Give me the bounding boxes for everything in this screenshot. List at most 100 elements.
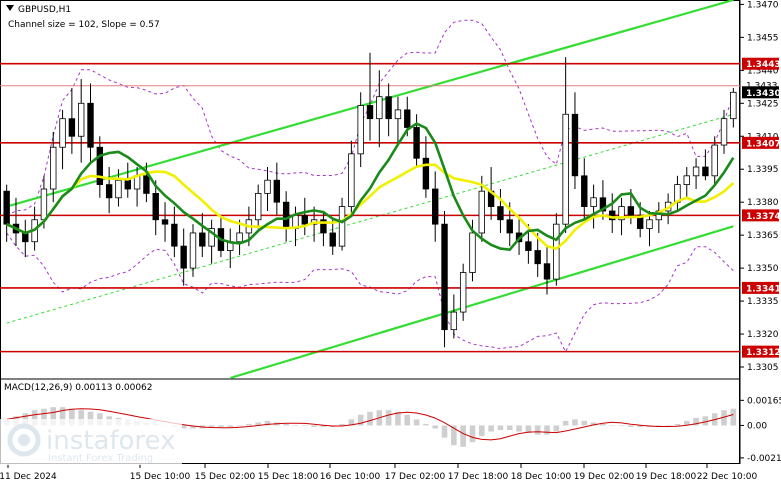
candle-body <box>96 146 104 186</box>
candle-body <box>413 127 420 159</box>
candle-body <box>404 109 411 128</box>
time-tick-label: 11 Dec 2024 <box>0 472 57 482</box>
candle-body <box>534 250 541 265</box>
macd-hist-bar <box>665 425 671 426</box>
macd-hist-bar <box>618 425 625 426</box>
candle-body <box>469 232 476 273</box>
macd-hist-bar <box>600 423 606 426</box>
logo-tagline: Instant Forex Trading <box>48 453 153 464</box>
candle-body <box>646 219 653 229</box>
candle-body <box>171 223 178 247</box>
macd-hist-bar <box>581 420 588 426</box>
candle-body <box>87 102 94 148</box>
candle-body <box>255 192 262 221</box>
candle-body <box>720 118 728 146</box>
candle-body <box>143 175 150 194</box>
candle-body <box>366 105 374 120</box>
candle-body <box>581 175 588 207</box>
macd-hist-bar <box>730 408 737 426</box>
instaforex-logo: instaforex Instant Forex Trading <box>0 419 182 465</box>
candle-body <box>301 214 308 225</box>
price-tick-label: 1.3395 <box>747 165 779 175</box>
candle-body <box>692 166 700 177</box>
macd-label: MACD(12,26,9) 0.00113 0.00062 <box>4 383 153 393</box>
level-label: 1.3407 <box>746 139 781 149</box>
candle-body <box>161 219 169 225</box>
level-label: 1.3443 <box>746 60 781 70</box>
current-price-label: 1.3430 <box>746 89 781 99</box>
macd-hist-bar <box>516 425 522 432</box>
candle-body <box>459 272 467 313</box>
gbpusd-h1-chart[interactable]: 1.34701.34551.34401.34251.34101.33951.33… <box>0 0 781 489</box>
macd-tick-label: 0.00 <box>747 421 767 431</box>
macd-hist-bar <box>553 425 560 432</box>
macd-hist-bar <box>404 414 411 426</box>
macd-hist-bar <box>236 425 243 426</box>
channel-info-label: Channel size = 102, Slope = 0.57 <box>8 20 160 30</box>
candle-body <box>264 179 271 194</box>
macd-hist-bar <box>572 419 578 426</box>
price-tick-label: 1.3305 <box>747 363 779 373</box>
price-tick-label: 1.3320 <box>747 330 779 340</box>
candle-body <box>553 223 560 280</box>
candle-body <box>329 232 336 247</box>
price-tick-label: 1.3455 <box>747 33 779 43</box>
candle-body <box>525 241 532 251</box>
level-label: 1.3341 <box>746 284 781 294</box>
candle-body <box>3 190 10 225</box>
candle-body <box>50 146 57 190</box>
time-tick-label: 15 Dec 18:00 <box>258 472 319 482</box>
candle-body <box>506 219 513 234</box>
candle-body <box>683 175 690 186</box>
candle-body <box>124 179 131 190</box>
candle-body <box>236 232 243 243</box>
macd-hist-bar <box>292 425 299 426</box>
logo-brand: instaforex <box>46 426 175 456</box>
macd-hist-bar <box>628 425 634 427</box>
macd-hist-bar <box>246 423 252 426</box>
candle-body <box>77 102 85 137</box>
macd-hist-bar <box>385 410 392 426</box>
candle-body <box>376 96 383 120</box>
time-tick-label: 17 Dec 02:00 <box>385 472 446 482</box>
time-tick-label: 19 Dec 02:00 <box>574 472 635 482</box>
candle-body <box>152 192 159 221</box>
candle-body <box>497 206 504 221</box>
price-tick-label: 1.3470 <box>747 0 779 10</box>
macd-tick-label: -0.00213 <box>747 454 781 464</box>
candle-body <box>627 206 635 216</box>
candle-body <box>562 113 569 225</box>
candle-body <box>115 179 122 199</box>
candle-body <box>338 206 346 247</box>
candle-body <box>273 179 281 203</box>
time-tick-label: 16 Dec 10:00 <box>320 472 381 482</box>
macd-hist-bar <box>460 425 466 447</box>
time-tick-label: 17 Dec 18:00 <box>448 472 509 482</box>
macd-hist-bar <box>432 425 439 429</box>
time-tick-label: 22 Dec 10:00 <box>697 472 758 482</box>
time-tick-label: 15 Dec 10:00 <box>130 472 191 482</box>
macd-hist-bar <box>208 425 215 427</box>
symbol-label: GBPUSD,H1 <box>18 5 71 15</box>
macd-hist-bar <box>311 425 317 427</box>
candle-body <box>450 311 458 331</box>
candle-body <box>441 223 448 331</box>
candle-body <box>59 118 66 148</box>
macd-hist-bar <box>562 420 569 426</box>
price-tick-label: 1.3335 <box>747 297 779 307</box>
candle-body <box>180 245 187 269</box>
macd-hist-bar <box>506 425 513 431</box>
logo-core-icon <box>18 434 30 446</box>
candle-body <box>357 105 364 155</box>
macd-hist-bar <box>479 425 485 437</box>
candle-body <box>68 118 76 137</box>
price-tick-label: 1.3365 <box>747 231 779 241</box>
macd-hist-bar <box>227 425 234 427</box>
candle-body <box>571 113 579 177</box>
candle-body <box>105 184 113 199</box>
macd-hist-bar <box>544 425 550 435</box>
macd-hist-bar <box>534 425 541 435</box>
macd-hist-bar <box>339 423 345 426</box>
candle-body <box>711 144 718 177</box>
candle-body <box>199 232 206 247</box>
